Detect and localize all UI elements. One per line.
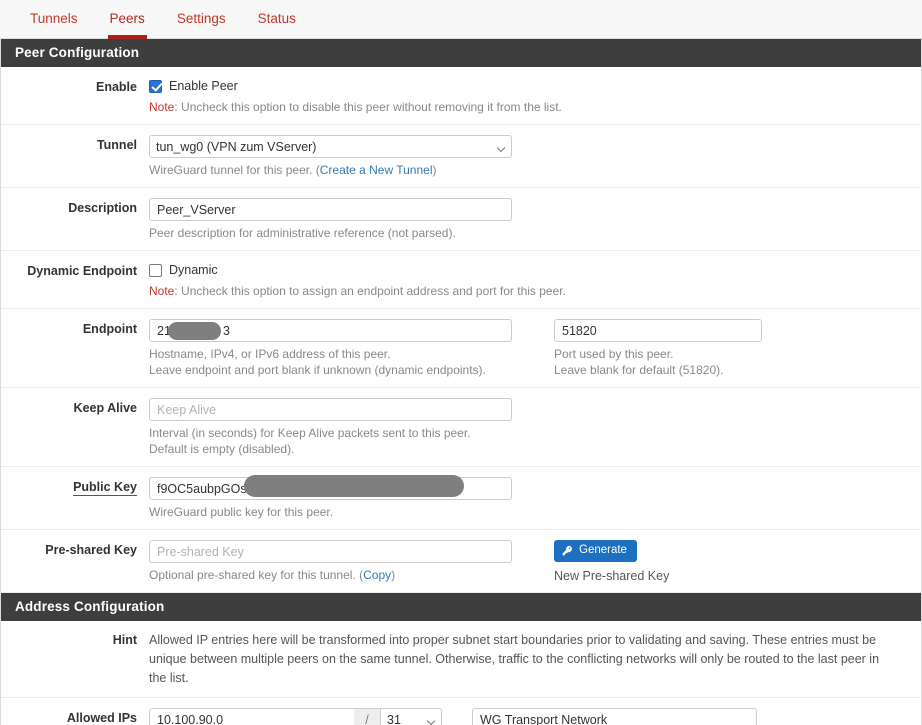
tunnel-help-suffix: ) [432, 163, 437, 177]
endpoint-host-help-1: Hostname, IPv4, or IPv6 address of this … [149, 347, 391, 361]
dynamic-label: Dynamic [169, 263, 218, 277]
row-public-key: Public Key WireGuard public key for this… [1, 467, 921, 530]
allowed-ip-input[interactable] [149, 708, 354, 725]
create-new-tunnel-link[interactable]: Create a New Tunnel [320, 163, 433, 177]
row-allowed-ips: Allowed IPs / 31 IPv4 or IPv6 subnet or … [1, 698, 921, 725]
address-configuration-header: Address Configuration [1, 593, 921, 621]
endpoint-host-wrap [149, 319, 534, 342]
label-allowed-ips: Allowed IPs [66, 711, 137, 725]
endpoint-host-help-2: Leave endpoint and port blank if unknown… [149, 363, 486, 377]
tab-tunnels[interactable]: Tunnels [14, 0, 94, 36]
hint-text: Allowed IP entries here will be transfor… [149, 633, 880, 685]
enable-peer-label: Enable Peer [169, 79, 238, 93]
enable-note-prefix: Note [149, 100, 175, 114]
cidr-select[interactable]: 31 [380, 708, 442, 725]
pre-shared-key-help-suffix: ) [391, 568, 396, 582]
enable-note-text: : Uncheck this option to disable this pe… [174, 100, 562, 114]
generate-button-sublabel: New Pre-shared Key [554, 568, 670, 583]
tab-settings[interactable]: Settings [161, 0, 242, 36]
label-dynamic-endpoint: Dynamic Endpoint [27, 264, 137, 278]
public-key-help: WireGuard public key for this peer. [149, 505, 334, 519]
dynamic-note-text: : Uncheck this option to assign an endpo… [174, 284, 566, 298]
endpoint-port-help-2: Leave blank for default (51820). [554, 363, 724, 377]
public-key-input[interactable] [149, 477, 512, 500]
row-enable: Enable Enable Peer Note: Uncheck this op… [1, 67, 921, 125]
tunnel-select-wrap: tun_wg0 (VPN zum VServer) [149, 135, 512, 158]
dynamic-checkbox[interactable] [149, 263, 162, 277]
cidr-slash-addon: / [354, 708, 380, 725]
key-icon [562, 545, 573, 556]
generate-button-label: Generate [579, 544, 627, 556]
row-endpoint: Endpoint Hostname, IPv4, or IPv6 address… [1, 309, 921, 388]
row-hint: Hint Allowed IP entries here will be tra… [1, 621, 921, 698]
row-pre-shared-key: Pre-shared Key Optional pre-shared key f… [1, 530, 921, 593]
tab-status[interactable]: Status [242, 0, 312, 36]
tunnel-select[interactable]: tun_wg0 (VPN zum VServer) [149, 135, 512, 158]
keep-alive-help-1: Interval (in seconds) for Keep Alive pac… [149, 426, 471, 440]
tunnel-help: WireGuard tunnel for this peer. (Create … [149, 162, 895, 178]
public-key-wrap [149, 475, 895, 500]
public-key-label-text[interactable]: Public Key [73, 480, 137, 496]
keep-alive-help-2: Default is empty (disabled). [149, 442, 295, 456]
label-enable: Enable [96, 80, 137, 94]
enable-peer-checkbox[interactable] [149, 79, 162, 93]
pre-shared-key-help-prefix: Optional pre-shared key for this tunnel.… [149, 568, 364, 582]
label-endpoint: Endpoint [82, 322, 137, 336]
label-keep-alive: Keep Alive [73, 401, 137, 415]
row-dynamic-endpoint: Dynamic Endpoint Dynamic Note: Uncheck t… [1, 251, 921, 309]
endpoint-port-input[interactable] [554, 319, 762, 342]
tab-peers[interactable]: Peers [94, 0, 161, 39]
row-keep-alive: Keep Alive Interval (in seconds) for Kee… [1, 388, 921, 467]
peer-configuration-header: Peer Configuration [1, 39, 921, 67]
description-input[interactable] [149, 198, 512, 221]
copy-link[interactable]: Copy [363, 568, 391, 582]
endpoint-port-help-1: Port used by this peer. [554, 347, 674, 361]
row-description: Description Peer description for adminis… [1, 188, 921, 251]
pre-shared-key-input[interactable] [149, 540, 512, 563]
pre-shared-key-help: Optional pre-shared key for this tunnel.… [149, 567, 534, 583]
cidr-select-wrap: 31 [380, 708, 442, 725]
keep-alive-input[interactable] [149, 398, 512, 421]
allowed-ip-description-input[interactable] [472, 708, 757, 725]
label-pre-shared-key: Pre-shared Key [45, 543, 137, 557]
label-description: Description [68, 201, 137, 215]
dynamic-note-prefix: Note [149, 284, 175, 298]
description-help: Peer description for administrative refe… [149, 226, 456, 240]
main-tab-bar: Tunnels Peers Settings Status [0, 0, 922, 39]
label-public-key: Public Key [1, 477, 149, 520]
label-hint: Hint [112, 633, 137, 647]
row-tunnel: Tunnel tun_wg0 (VPN zum VServer) WireGua… [1, 125, 921, 188]
label-tunnel: Tunnel [96, 138, 137, 152]
content-panel: Peer Configuration Enable Enable Peer No… [0, 39, 922, 725]
generate-button[interactable]: Generate [554, 540, 637, 562]
allowed-ip-input-group: / 31 [149, 708, 456, 725]
endpoint-host-input[interactable] [149, 319, 512, 342]
dynamic-note: Note: Uncheck this option to assign an e… [149, 283, 895, 299]
tunnel-help-prefix: WireGuard tunnel for this peer. ( [149, 163, 320, 177]
enable-note: Note: Uncheck this option to disable thi… [149, 99, 895, 115]
